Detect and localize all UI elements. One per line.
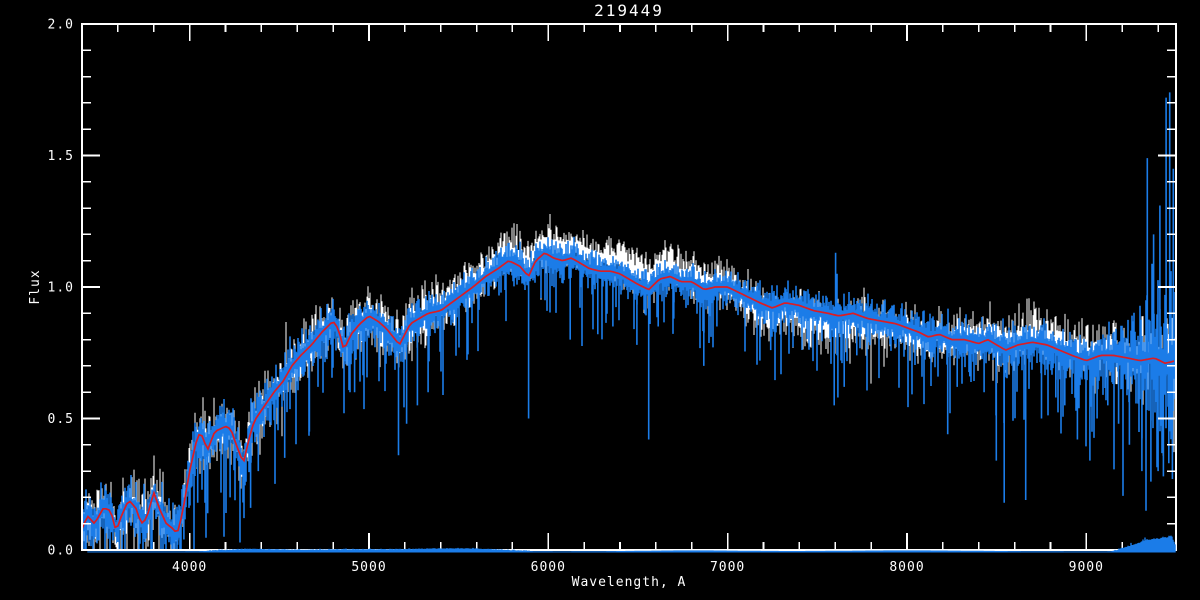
x-tick-label: 7000 [710, 560, 745, 575]
x-tick-label: 9000 [1069, 560, 1104, 575]
x-tick-label: 6000 [531, 560, 566, 575]
y-tick-label: 0.5 [48, 412, 74, 427]
x-axis-title: Wavelength, A [572, 575, 687, 590]
y-tick-label: 0.0 [48, 544, 74, 559]
spectrum-plot-window: 219449 Wavelength, A Flux 4000 5000 6000 70… [0, 0, 1200, 600]
x-tick-label: 8000 [889, 560, 924, 575]
spectrum-traces [81, 92, 1176, 550]
observed-trace [82, 214, 1176, 550]
y-tick-label: 1.5 [48, 149, 74, 164]
y-axis-title: Flux [28, 269, 43, 304]
template-trace [82, 92, 1176, 550]
x-tick-label: 5000 [351, 560, 386, 575]
y-tick-label: 1.0 [48, 281, 74, 296]
x-tick-label: 4000 [172, 560, 207, 575]
plot-title: 219449 [594, 1, 664, 20]
spectrum-chart: 219449 Wavelength, A Flux 4000 5000 6000 70… [28, 1, 1177, 590]
y-tick-label: 2.0 [48, 18, 74, 33]
